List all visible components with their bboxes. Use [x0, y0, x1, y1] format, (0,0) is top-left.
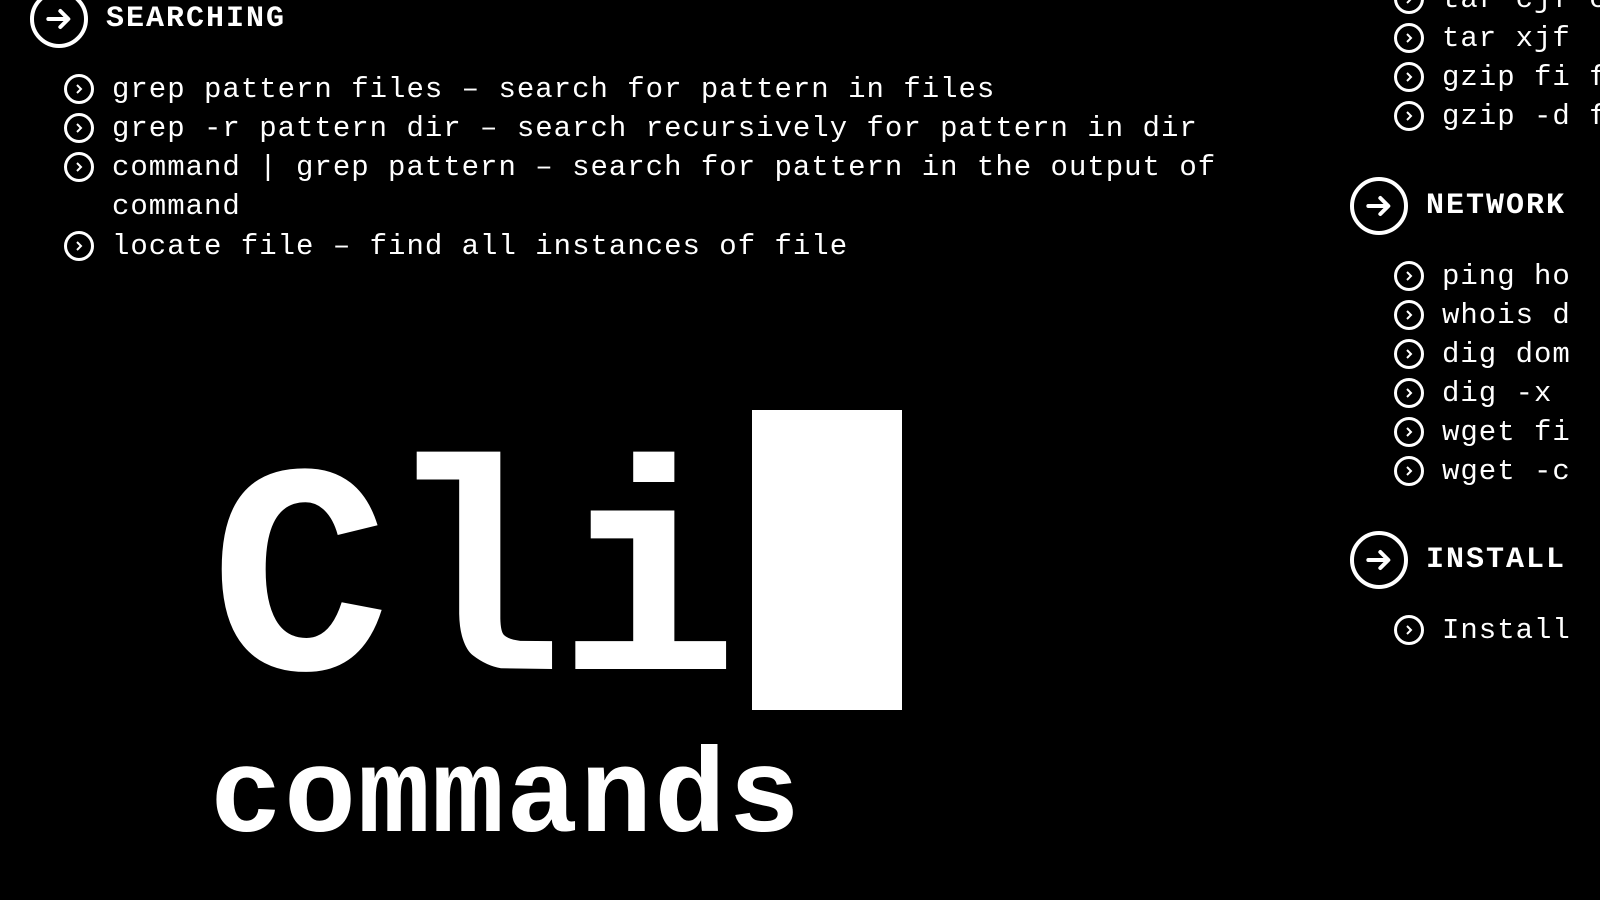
searching-items: grep pattern files – search for pattern … — [30, 70, 1310, 266]
list-item: locate file – find all instances of file — [64, 227, 1310, 266]
installation-title: INSTALL — [1426, 543, 1566, 577]
chevron-right-icon — [1394, 615, 1424, 645]
list-item: grep -r pattern dir – search recursively… — [64, 109, 1310, 148]
searching-heading: SEARCHING — [30, 0, 1310, 48]
compression-items-tail: tar cjf compres tar xjf gzip fi file.gz … — [1350, 0, 1600, 137]
networking-heading: NETWORK — [1350, 177, 1600, 235]
item-text: wget -c — [1442, 452, 1571, 491]
searching-title: SEARCHING — [106, 2, 286, 36]
item-text: gzip fi file.gz — [1442, 58, 1600, 97]
list-item: dig -x — [1394, 374, 1600, 413]
item-text: tar cjf compres — [1442, 0, 1600, 19]
logo-top-row: Cli — [210, 410, 902, 710]
list-item: command | grep pattern – search for patt… — [64, 148, 1310, 226]
arrow-right-icon — [30, 0, 88, 48]
item-text: dig -x — [1442, 374, 1552, 413]
installation-items: Install — [1350, 611, 1600, 650]
item-text: tar xjf — [1442, 19, 1571, 58]
list-item: tar cjf compres — [1394, 0, 1600, 19]
cli-logo: Cli commands — [210, 410, 902, 860]
chevron-right-icon — [1394, 0, 1424, 14]
logo-sub-text: commands — [210, 740, 902, 860]
arrow-right-icon — [1350, 177, 1408, 235]
cursor-block-icon — [752, 410, 902, 710]
chevron-right-icon — [1394, 101, 1424, 131]
networking-items: ping ho whois d dig dom dig -x wget fi w… — [1350, 257, 1600, 492]
item-text: dig dom — [1442, 335, 1571, 374]
chevron-right-icon — [64, 113, 94, 143]
item-text: locate file – find all instances of file — [112, 227, 848, 266]
item-text: grep pattern files – search for pattern … — [112, 70, 995, 109]
arrow-right-icon — [1350, 531, 1408, 589]
item-text: wget fi — [1442, 413, 1571, 452]
list-item: wget -c — [1394, 452, 1600, 491]
left-column: SEARCHING grep pattern files – search fo… — [30, 0, 1310, 266]
installation-heading: INSTALL — [1350, 531, 1600, 589]
chevron-right-icon — [1394, 62, 1424, 92]
chevron-right-icon — [1394, 456, 1424, 486]
list-item: dig dom — [1394, 335, 1600, 374]
item-text: whois d — [1442, 296, 1571, 335]
item-text: ping ho — [1442, 257, 1571, 296]
chevron-right-icon — [64, 152, 94, 182]
chevron-right-icon — [64, 74, 94, 104]
list-item: whois d — [1394, 296, 1600, 335]
logo-main-text: Cli — [210, 470, 732, 710]
list-item: tar xjf — [1394, 19, 1600, 58]
networking-title: NETWORK — [1426, 189, 1566, 223]
list-item: grep pattern files – search for pattern … — [64, 70, 1310, 109]
chevron-right-icon — [64, 231, 94, 261]
item-text: command | grep pattern – search for patt… — [112, 148, 1242, 226]
item-text: grep -r pattern dir – search recursively… — [112, 109, 1198, 148]
chevron-right-icon — [1394, 261, 1424, 291]
list-item: wget fi — [1394, 413, 1600, 452]
list-item: ping ho — [1394, 257, 1600, 296]
right-column: tar cjf compres tar xjf gzip fi file.gz … — [1350, 0, 1600, 651]
chevron-right-icon — [1394, 339, 1424, 369]
chevron-right-icon — [1394, 23, 1424, 53]
list-item: gzip -d file — [1394, 97, 1600, 136]
item-text: gzip -d file — [1442, 97, 1600, 136]
chevron-right-icon — [1394, 417, 1424, 447]
list-item: gzip fi file.gz — [1394, 58, 1600, 97]
item-text: Install — [1442, 611, 1571, 650]
chevron-right-icon — [1394, 300, 1424, 330]
list-item: Install — [1394, 611, 1600, 650]
chevron-right-icon — [1394, 378, 1424, 408]
